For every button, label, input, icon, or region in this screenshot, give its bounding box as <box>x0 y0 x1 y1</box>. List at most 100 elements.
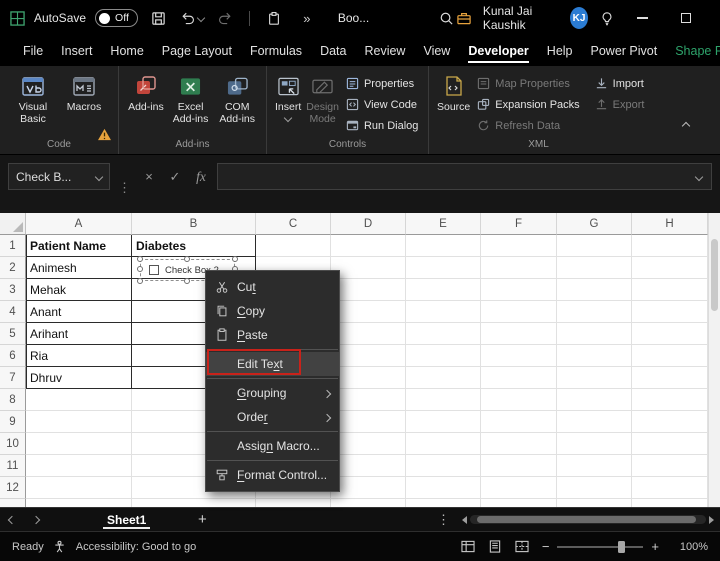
zoom-slider-thumb[interactable] <box>617 540 625 553</box>
cell-C13[interactable] <box>256 499 331 507</box>
cell-H7[interactable] <box>632 367 708 389</box>
cell-G7[interactable] <box>557 367 632 389</box>
lightbulb-icon[interactable] <box>597 5 617 31</box>
cell-A2[interactable]: Animesh <box>26 257 132 279</box>
column-header-C[interactable]: C <box>256 213 331 235</box>
cell-E1[interactable] <box>406 235 481 257</box>
row-header-7[interactable]: 7 <box>0 367 26 389</box>
visual-basic-button[interactable]: Visual Basic <box>7 71 59 125</box>
cell-F1[interactable] <box>481 235 557 257</box>
page-layout-view-icon[interactable] <box>488 540 502 553</box>
briefcase-icon[interactable] <box>454 5 474 31</box>
zoom-in-button[interactable]: + <box>651 539 659 554</box>
search-icon[interactable] <box>439 5 454 31</box>
cell-E13[interactable] <box>406 499 481 507</box>
cell-G8[interactable] <box>557 389 632 411</box>
row-header-13[interactable] <box>0 499 26 507</box>
cell-D1[interactable] <box>331 235 406 257</box>
vertical-scrollbar[interactable] <box>708 213 720 507</box>
name-box[interactable]: Check B... <box>8 163 110 190</box>
accessibility-status[interactable]: Accessibility: Good to go <box>76 541 196 553</box>
insert-control-button[interactable]: Insert <box>274 71 302 123</box>
row-header-11[interactable]: 11 <box>0 455 26 477</box>
properties-button[interactable]: Properties <box>343 73 421 94</box>
design-mode-button[interactable]: Design Mode <box>305 71 340 125</box>
cell-D4[interactable] <box>331 301 406 323</box>
menu-item-format-control[interactable]: Format Control... <box>206 463 339 487</box>
cell-F10[interactable] <box>481 433 557 455</box>
addins-button[interactable]: Add-ins <box>126 71 166 113</box>
tab-developer[interactable]: Developer <box>459 39 537 63</box>
cell-D12[interactable] <box>331 477 406 499</box>
collapse-ribbon-chevron[interactable] <box>676 118 696 134</box>
cell-H9[interactable] <box>632 411 708 433</box>
sheet-nav-left-chevron[interactable] <box>0 508 24 531</box>
cell-E8[interactable] <box>406 389 481 411</box>
cell-H4[interactable] <box>632 301 708 323</box>
cell-A8[interactable] <box>26 389 132 411</box>
cell-E12[interactable] <box>406 477 481 499</box>
insert-function-icon[interactable]: fx <box>191 163 211 190</box>
cell-G2[interactable] <box>557 257 632 279</box>
row-header-4[interactable]: 4 <box>0 301 26 323</box>
cell-C1[interactable] <box>256 235 331 257</box>
tab-review[interactable]: Review <box>355 39 414 63</box>
maximize-button[interactable] <box>669 0 703 36</box>
horizontal-scrollbar[interactable] <box>462 515 714 524</box>
tab-home[interactable]: Home <box>101 39 152 63</box>
tab-formulas[interactable]: Formulas <box>241 39 311 63</box>
tab-page-layout[interactable]: Page Layout <box>153 39 241 63</box>
refresh-data-button[interactable]: Refresh Data <box>474 115 582 136</box>
tab-file[interactable]: File <box>14 39 52 63</box>
cell-E7[interactable] <box>406 367 481 389</box>
enter-icon[interactable]: ✓ <box>165 163 185 190</box>
formula-expand-chevron[interactable] <box>694 172 704 181</box>
macro-security-warning-icon[interactable] <box>97 128 112 141</box>
menu-item-edit-text[interactable]: Edit Text <box>206 349 339 376</box>
cell-D7[interactable] <box>331 367 406 389</box>
undo-icon[interactable] <box>180 5 206 31</box>
cell-G6[interactable] <box>557 345 632 367</box>
close-button[interactable]: × <box>713 0 720 36</box>
cell-G13[interactable] <box>557 499 632 507</box>
cell-F13[interactable] <box>481 499 557 507</box>
cell-E2[interactable] <box>406 257 481 279</box>
formula-bar-grip[interactable]: ⋮ <box>116 175 133 202</box>
avatar[interactable]: KJ <box>570 7 589 29</box>
cell-H8[interactable] <box>632 389 708 411</box>
selection-handle[interactable] <box>137 278 143 284</box>
menu-item-order[interactable]: Order <box>206 405 339 429</box>
column-header-D[interactable]: D <box>331 213 406 235</box>
horizontal-scrollbar-thumb[interactable] <box>477 516 696 523</box>
cell-F5[interactable] <box>481 323 557 345</box>
cell-H10[interactable] <box>632 433 708 455</box>
import-button[interactable]: Import <box>592 73 648 94</box>
select-all-corner[interactable] <box>0 213 26 235</box>
name-box-chevron[interactable] <box>94 172 104 181</box>
cell-F8[interactable] <box>481 389 557 411</box>
menu-item-cut[interactable]: Cut <box>206 275 339 299</box>
row-header-6[interactable]: 6 <box>0 345 26 367</box>
view-code-button[interactable]: View Code <box>343 94 421 115</box>
column-header-E[interactable]: E <box>406 213 481 235</box>
tab-power-pivot[interactable]: Power Pivot <box>582 39 667 63</box>
minimize-button[interactable] <box>626 0 660 36</box>
cell-E5[interactable] <box>406 323 481 345</box>
cell-A9[interactable] <box>26 411 132 433</box>
cell-A7[interactable]: Dhruv <box>26 367 132 389</box>
selection-handle[interactable] <box>183 256 190 262</box>
autosave-toggle[interactable]: Off <box>95 9 138 27</box>
cell-G11[interactable] <box>557 455 632 477</box>
cell-E3[interactable] <box>406 279 481 301</box>
cell-G12[interactable] <box>557 477 632 499</box>
normal-view-icon[interactable] <box>461 540 475 553</box>
row-header-1[interactable]: 1 <box>0 235 26 257</box>
cell-A5[interactable]: Arihant <box>26 323 132 345</box>
cell-H12[interactable] <box>632 477 708 499</box>
cell-G10[interactable] <box>557 433 632 455</box>
zoom-level[interactable]: 100% <box>672 541 708 553</box>
cell-H13[interactable] <box>632 499 708 507</box>
horizontal-scrollbar-track[interactable] <box>470 515 706 524</box>
zoom-slider[interactable] <box>557 540 644 553</box>
cell-B13[interactable] <box>132 499 256 507</box>
